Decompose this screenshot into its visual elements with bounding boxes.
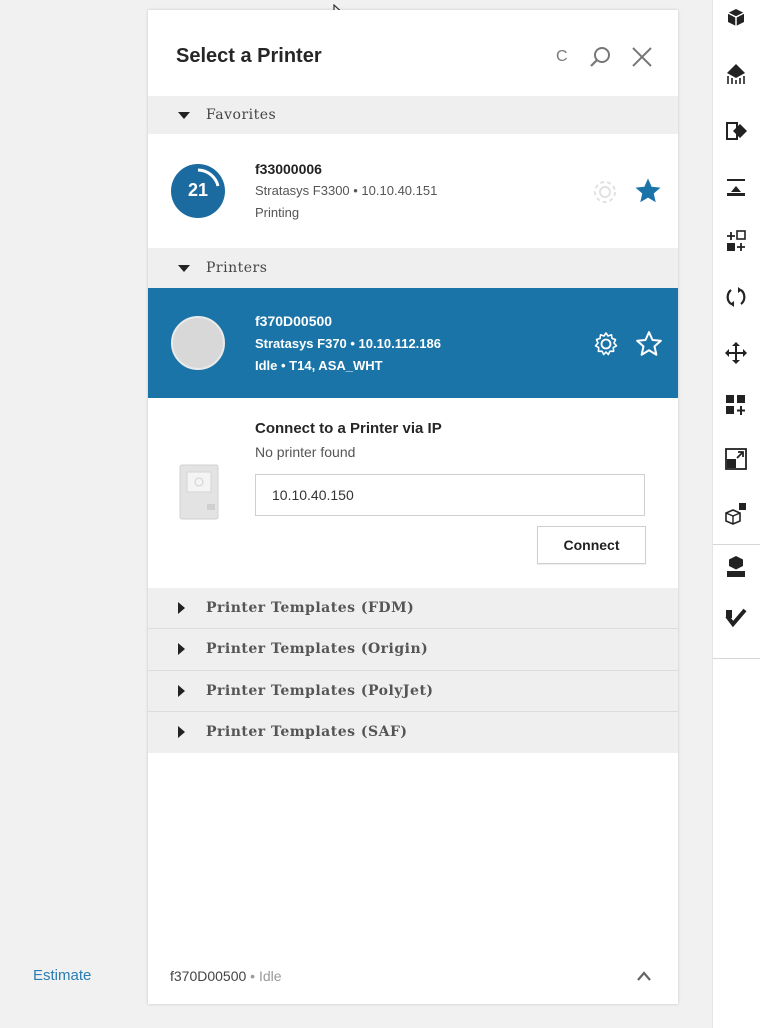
printer-avatar <box>171 316 225 370</box>
connect-button[interactable]: Connect <box>537 526 646 564</box>
badge-count: 21 <box>187 180 209 200</box>
toolbar-divider <box>713 658 760 659</box>
select-printer-panel: Select a Printer C Favorites 21 f3300000… <box>148 10 678 1004</box>
scale-icon[interactable] <box>723 446 749 472</box>
orient-icon[interactable] <box>723 62 749 88</box>
footer-printer-name: f370D00500 <box>170 968 247 984</box>
printer-status: Printing <box>255 205 300 220</box>
caret-right-icon <box>178 685 185 697</box>
drop-to-tray-icon[interactable] <box>723 174 749 200</box>
section-templates-polyjet[interactable]: Printer Templates (PolyJet) <box>148 671 678 711</box>
section-label: Printer Templates (SAF) <box>206 724 408 740</box>
packing-icon[interactable] <box>723 6 749 32</box>
section-label: Printers <box>206 260 268 276</box>
connect-ip-subtitle: No printer found <box>255 444 356 460</box>
part-settings-icon[interactable] <box>723 554 749 580</box>
caret-down-icon <box>178 265 190 272</box>
section-templates-saf[interactable]: Printer Templates (SAF) <box>148 712 678 753</box>
refresh-icon[interactable]: C <box>556 48 568 66</box>
printer-illustration-icon <box>179 464 219 520</box>
connect-ip-title: Connect to a Printer via IP <box>255 420 442 437</box>
caret-right-icon <box>178 602 185 614</box>
panel-header: Select a Printer C <box>148 10 678 96</box>
arrange-icon[interactable] <box>723 228 749 254</box>
section-templates-fdm[interactable]: Printer Templates (FDM) <box>148 588 678 628</box>
section-templates-origin[interactable]: Printer Templates (Origin) <box>148 629 678 670</box>
search-icon[interactable] <box>588 45 612 69</box>
favorite-star-outline-icon[interactable] <box>634 329 664 359</box>
section-label: Printer Templates (Origin) <box>206 641 429 657</box>
chevron-up-icon[interactable] <box>636 970 652 982</box>
close-icon[interactable] <box>630 45 654 69</box>
rotate-icon[interactable] <box>723 284 749 310</box>
check-icon[interactable] <box>723 606 749 632</box>
panel-title: Select a Printer <box>176 45 322 67</box>
estimate-link[interactable]: Estimate <box>33 967 91 984</box>
move-icon[interactable] <box>723 340 749 366</box>
printer-settings-icon[interactable] <box>591 178 619 206</box>
toolbar-divider <box>713 544 760 545</box>
section-printers[interactable]: Printers <box>148 248 678 288</box>
connect-via-ip-section: Connect to a Printer via IP No printer f… <box>148 398 678 588</box>
printer-name: f33000006 <box>255 161 322 177</box>
caret-right-icon <box>178 726 185 738</box>
footer-status: • Idle <box>246 968 282 984</box>
cubes-icon[interactable] <box>723 500 749 526</box>
caret-down-icon <box>178 112 190 119</box>
selected-printer-row[interactable]: f370D00500 Stratasys F370 • 10.10.112.18… <box>148 288 678 398</box>
footer-printer-status: f370D00500 • Idle <box>170 968 282 984</box>
caret-right-icon <box>178 643 185 655</box>
printer-settings-icon[interactable] <box>592 330 620 358</box>
printer-detail: Stratasys F3300 • 10.10.40.151 <box>255 183 438 198</box>
place-face-icon[interactable] <box>723 118 749 144</box>
favorite-star-icon[interactable] <box>633 176 663 206</box>
printer-status: Idle • T14, ASA_WHT <box>255 358 383 373</box>
section-favorites[interactable]: Favorites <box>148 96 678 134</box>
section-label: Printer Templates (PolyJet) <box>206 683 434 699</box>
printer-progress-badge: 21 <box>171 164 225 218</box>
left-pane <box>0 0 148 1028</box>
section-label: Printer Templates (FDM) <box>206 600 415 616</box>
favorite-printer-row[interactable]: 21 f33000006 Stratasys F3300 • 10.10.40.… <box>148 134 678 244</box>
section-label: Favorites <box>206 107 277 123</box>
printer-detail: Stratasys F370 • 10.10.112.186 <box>255 336 441 351</box>
add-copies-icon[interactable] <box>723 392 749 418</box>
panel-footer[interactable]: f370D00500 • Idle <box>148 948 678 1004</box>
right-toolbar <box>712 0 760 1028</box>
ip-address-input[interactable] <box>255 474 645 516</box>
printer-name: f370D00500 <box>255 313 333 329</box>
